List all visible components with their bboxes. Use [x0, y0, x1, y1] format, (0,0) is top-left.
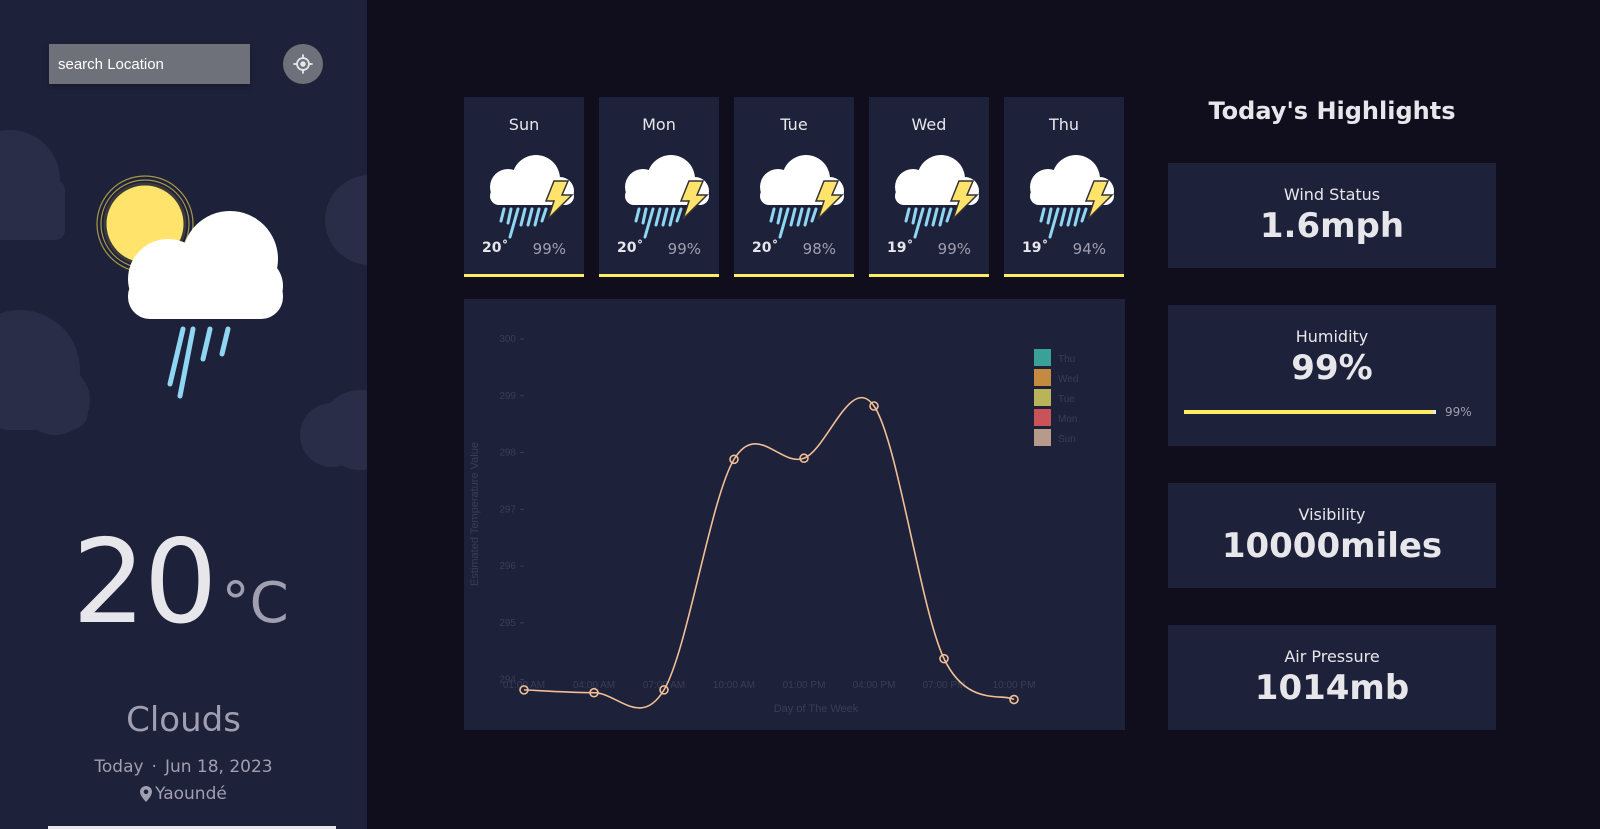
crosshair-icon	[293, 54, 313, 74]
humidity-value: 99%	[1291, 348, 1373, 388]
forecast-humidity: 99%	[937, 240, 971, 258]
thunderstorm-icon	[760, 155, 844, 239]
highlights-title: Today's Highlights	[1208, 97, 1456, 125]
current-date: Jun 18, 2023	[164, 757, 273, 777]
temperature-chart: 294 295 296 297 298 299 300 01:00 AM 04:00 AM 07:…	[464, 299, 1125, 730]
y-tick-label: 295	[499, 618, 516, 629]
visibility-label: Visibility	[1298, 505, 1366, 524]
thunderstorm-icon	[625, 155, 709, 239]
forecast-card-thu[interactable]: Thu 19˚ 94%	[1004, 97, 1124, 277]
thunderstorm-icon	[895, 155, 979, 239]
y-tick-label: 299	[499, 391, 516, 402]
current-temperature: 20 °C	[72, 515, 289, 650]
humidity-bar-label: 99%	[1445, 405, 1472, 419]
legend-label: Wed	[1058, 374, 1078, 385]
forecast-temperature: 20˚	[617, 240, 644, 256]
wind-label: Wind Status	[1283, 185, 1381, 204]
thunderstorm-icon	[490, 155, 574, 239]
forecast-card-sun[interactable]: Sun 20˚ 99%	[464, 97, 584, 277]
humidity-bar-fill	[1184, 410, 1434, 414]
air-pressure-card: Air Pressure 1014mb	[1168, 625, 1496, 730]
forecast-card-tue[interactable]: Tue 20˚ 98%	[734, 97, 854, 277]
temperature-line-chart: 29429529629729829930001:00 AM 04:00 AM 07:…	[469, 334, 1078, 715]
sidebar: 20 °C Clouds Today · Jun 18, 2023 Yaoundé	[0, 0, 367, 829]
forecast-temperature: 19˚	[1022, 240, 1049, 256]
forecast-humidity: 98%	[802, 240, 836, 258]
forecast-day-name: Mon	[642, 115, 676, 134]
humidity-card: Humidity 99% 99%	[1168, 305, 1496, 446]
forecast-humidity: 94%	[1072, 240, 1106, 258]
forecast-temperature: 20˚	[752, 240, 779, 256]
forecast-day-name: Thu	[1048, 115, 1080, 134]
humidity-bar: 99%	[1184, 405, 1484, 419]
forecast-humidity: 99%	[532, 240, 566, 258]
weather-condition: Clouds	[126, 700, 241, 740]
rain-clouds-sun-icon	[96, 175, 283, 399]
thunderstorm-icon	[1030, 155, 1114, 239]
legend-swatch	[1034, 429, 1051, 446]
forecast-card-wed[interactable]: Wed 19˚ 99%	[869, 97, 989, 277]
location-line: Yaoundé	[0, 784, 367, 804]
date-line: Today · Jun 18, 2023	[0, 757, 367, 777]
separator: ·	[151, 757, 157, 777]
legend-swatch	[1034, 349, 1051, 366]
legend-swatch	[1034, 389, 1051, 406]
my-location-button[interactable]	[283, 44, 323, 84]
x-tick-label: 04:00 PM	[853, 680, 896, 691]
y-tick-label: 300	[499, 334, 516, 345]
legend-label: Thu	[1058, 354, 1075, 365]
legend-label: Mon	[1058, 414, 1077, 425]
wind-value: 1.6mph	[1259, 206, 1405, 246]
humidity-label: Humidity	[1295, 327, 1369, 346]
legend-label: Tue	[1058, 394, 1075, 405]
x-tick-label: 01:00 PM	[783, 680, 826, 691]
forecast-temperature: 19˚	[887, 240, 914, 256]
pressure-label: Air Pressure	[1284, 647, 1380, 666]
wind-status-card: Wind Status 1.6mph	[1168, 163, 1496, 268]
forecast-day-name: Wed	[911, 115, 947, 134]
forecast-humidity: 99%	[667, 240, 701, 258]
visibility-card: Visibility 10000miles	[1168, 483, 1496, 588]
legend-label: Sun	[1058, 434, 1076, 445]
x-axis-label: Day of The Week	[774, 703, 859, 715]
forecast-card-mon[interactable]: Mon 20˚ 99%	[599, 97, 719, 277]
y-axis-label: Estimated Temperature Value	[469, 442, 481, 586]
x-tick-label: 10:00 AM	[713, 680, 755, 691]
map-pin-icon	[140, 786, 153, 802]
forecast-day-name: Sun	[508, 115, 540, 134]
today-label: Today	[94, 757, 144, 777]
y-tick-label: 297	[499, 504, 516, 515]
humidity-bar-track	[1184, 410, 1436, 414]
legend-swatch	[1034, 409, 1051, 426]
forecast-temperature: 20˚	[482, 240, 509, 256]
x-tick-label: 10:00 PM	[993, 680, 1036, 691]
location-name: Yaoundé	[155, 784, 227, 804]
y-tick-label: 298	[499, 448, 516, 459]
pressure-value: 1014mb	[1254, 668, 1410, 708]
y-tick-label: 296	[499, 561, 516, 572]
temperature-unit: °C	[221, 571, 289, 636]
visibility-value: 10000miles	[1221, 526, 1443, 566]
temperature-value: 20	[72, 515, 218, 650]
legend-swatch	[1034, 369, 1051, 386]
forecast-day-name: Tue	[780, 115, 808, 134]
search-input[interactable]	[49, 44, 250, 84]
